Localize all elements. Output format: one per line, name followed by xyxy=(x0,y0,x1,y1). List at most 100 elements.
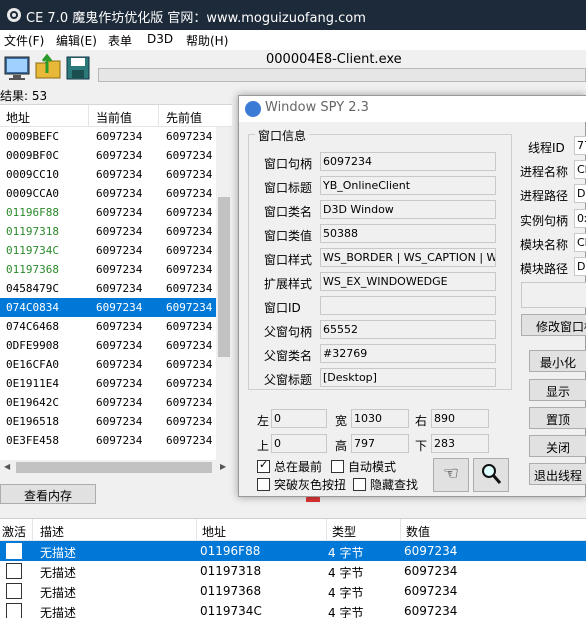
rect-width-label: 宽 xyxy=(335,414,348,428)
address-row[interactable]: 01197318 6097234 6097234 xyxy=(0,222,216,241)
topmost-button[interactable]: 置顶 xyxy=(529,407,586,429)
active-checkbox[interactable] xyxy=(6,543,22,559)
cheat-table-row[interactable]: 无描述 01197368 4 字节 6097234 xyxy=(0,581,586,601)
row-address: 01197368 xyxy=(6,263,59,276)
right-field-label: 实例句柄 xyxy=(520,214,569,228)
address-list-hscrollbar[interactable]: ◀ ▶ xyxy=(0,460,232,475)
col-description[interactable]: 描述 xyxy=(40,523,64,540)
right-field-value[interactable]: 0x xyxy=(574,209,586,228)
auto-mode-checkbox[interactable] xyxy=(331,460,344,473)
close-button[interactable]: 关闭 xyxy=(529,435,586,457)
row-description: 无描述 xyxy=(40,546,77,560)
right-field-value[interactable]: 775 xyxy=(574,136,586,155)
address-row[interactable]: 0DFE9908 6097234 6097234 xyxy=(0,336,216,355)
col-active[interactable]: 激活 xyxy=(2,523,26,540)
right-field-value[interactable]: Cl xyxy=(574,160,586,179)
row-description: 无描述 xyxy=(40,566,77,580)
results-count: 结果: 53 xyxy=(0,89,48,103)
field-value[interactable]: WS_BORDER | WS_CAPTION | WS_C xyxy=(320,248,496,267)
col-address[interactable]: 地址 xyxy=(202,523,226,540)
row-previous-value: 6097234 xyxy=(166,168,213,181)
scroll-left-icon[interactable]: ◀ xyxy=(4,462,10,471)
menu-table[interactable]: 表单 xyxy=(108,32,132,49)
select-process-icon[interactable] xyxy=(2,53,32,83)
address-row[interactable]: 0119734C 6097234 6097234 xyxy=(0,241,216,260)
field-label: 窗口ID xyxy=(264,301,301,315)
address-row[interactable]: 074C6468 6097234 6097234 xyxy=(0,317,216,336)
field-value[interactable]: WS_EX_WINDOWEDGE xyxy=(320,272,496,291)
exit-thread-button[interactable]: 退出线程 xyxy=(529,463,586,485)
field-value[interactable]: [Desktop] xyxy=(320,368,496,387)
break-gray-checkbox[interactable] xyxy=(257,478,270,491)
menu-d3d[interactable]: D3D xyxy=(147,32,173,46)
right-field-label: 模块名称 xyxy=(520,238,569,252)
col-previous-value[interactable]: 先前值 xyxy=(166,109,202,126)
right-field-label: 进程路径 xyxy=(520,189,569,203)
minimize-button[interactable]: 最小化 xyxy=(529,350,586,372)
col-type[interactable]: 类型 xyxy=(332,523,356,540)
row-description: 无描述 xyxy=(40,606,77,618)
row-previous-value: 6097234 xyxy=(166,130,213,143)
address-row[interactable]: 0E16CFA0 6097234 6097234 xyxy=(0,355,216,374)
vscroll-thumb[interactable] xyxy=(218,197,230,357)
field-value[interactable] xyxy=(320,296,496,315)
address-row[interactable]: 0E196518 6097234 6097234 xyxy=(0,412,216,431)
drag-finder-hand-icon[interactable]: ☜ xyxy=(433,458,469,492)
right-field-value[interactable]: D xyxy=(574,184,586,203)
address-row[interactable]: 0009BF0C 6097234 6097234 xyxy=(0,146,216,165)
always-top-checkbox[interactable] xyxy=(257,458,270,473)
row-address: 01196F88 xyxy=(200,544,261,558)
row-address: 0009BEFC xyxy=(6,130,59,143)
right-field-value[interactable]: D xyxy=(574,257,586,276)
open-file-icon[interactable] xyxy=(33,53,63,83)
col-value[interactable]: 数值 xyxy=(406,523,430,540)
right-field-value[interactable]: Cl xyxy=(574,233,586,252)
address-row[interactable]: 0009BEFC 6097234 6097234 xyxy=(0,127,216,146)
row-previous-value: 6097234 xyxy=(166,320,213,333)
menu-edit[interactable]: 编辑(E) xyxy=(56,32,97,49)
memory-view-button[interactable]: 查看内存 xyxy=(0,484,96,504)
field-value[interactable]: 65552 xyxy=(320,320,496,339)
field-value[interactable]: YB_OnlineClient xyxy=(320,176,496,195)
show-button[interactable]: 显示 xyxy=(529,379,586,401)
hide-find-checkbox[interactable] xyxy=(353,478,366,491)
row-previous-value: 6097234 xyxy=(166,396,213,409)
modify-title-button[interactable]: 修改窗口标 xyxy=(521,314,586,336)
row-address: 074C6468 xyxy=(6,320,59,333)
col-current-value[interactable]: 当前值 xyxy=(96,109,132,126)
menu-file[interactable]: 文件(F) xyxy=(4,32,44,49)
address-row[interactable]: 074C0834 6097234 6097234 xyxy=(0,298,216,317)
address-row[interactable]: 0E1911E4 6097234 6097234 xyxy=(0,374,216,393)
row-previous-value: 6097234 xyxy=(166,377,213,390)
active-checkbox[interactable] xyxy=(6,563,22,579)
scroll-right-icon[interactable]: ▶ xyxy=(220,462,226,471)
row-description: 无描述 xyxy=(40,586,77,600)
cheat-table-row[interactable]: 无描述 0119734C 4 字节 6097234 xyxy=(0,601,586,618)
cheat-table-row[interactable]: 无描述 01196F88 4 字节 6097234 xyxy=(0,541,586,561)
save-icon[interactable] xyxy=(63,53,93,83)
field-value[interactable]: #32769 xyxy=(320,344,496,363)
address-row[interactable]: 01197368 6097234 6097234 xyxy=(0,260,216,279)
address-row[interactable]: 0E19642C 6097234 6097234 xyxy=(0,393,216,412)
break-gray-label: 突破灰色按扭 xyxy=(274,478,347,492)
field-value[interactable]: 6097234 xyxy=(320,152,496,171)
find-window-button[interactable] xyxy=(473,458,509,492)
address-row[interactable]: 0009CCA0 6097234 6097234 xyxy=(0,184,216,203)
address-row[interactable]: 0458479C 6097234 6097234 xyxy=(0,279,216,298)
magnifier-icon xyxy=(482,464,502,484)
cheat-table-row[interactable]: 无描述 01197318 4 字节 6097234 xyxy=(0,561,586,581)
active-checkbox[interactable] xyxy=(6,603,22,618)
field-value[interactable]: 50388 xyxy=(320,224,496,243)
row-previous-value: 6097234 xyxy=(166,282,213,295)
menu-help[interactable]: 帮助(H) xyxy=(186,32,228,49)
address-list-vscrollbar[interactable] xyxy=(216,127,232,460)
hscroll-thumb[interactable] xyxy=(16,462,212,473)
address-row[interactable]: 0009CC10 6097234 6097234 xyxy=(0,165,216,184)
field-value[interactable]: D3D Window xyxy=(320,200,496,219)
cheat-table: 激活 描述 地址 类型 数值 无描述 01196F88 4 字节 6097234 无描述… xyxy=(0,518,586,618)
col-address[interactable]: 地址 xyxy=(6,109,30,126)
field-label: 扩展样式 xyxy=(264,277,313,291)
address-row[interactable]: 01196F88 6097234 6097234 xyxy=(0,203,216,222)
active-checkbox[interactable] xyxy=(6,583,22,599)
address-row[interactable]: 0E3FE458 6097234 6097234 xyxy=(0,431,216,450)
